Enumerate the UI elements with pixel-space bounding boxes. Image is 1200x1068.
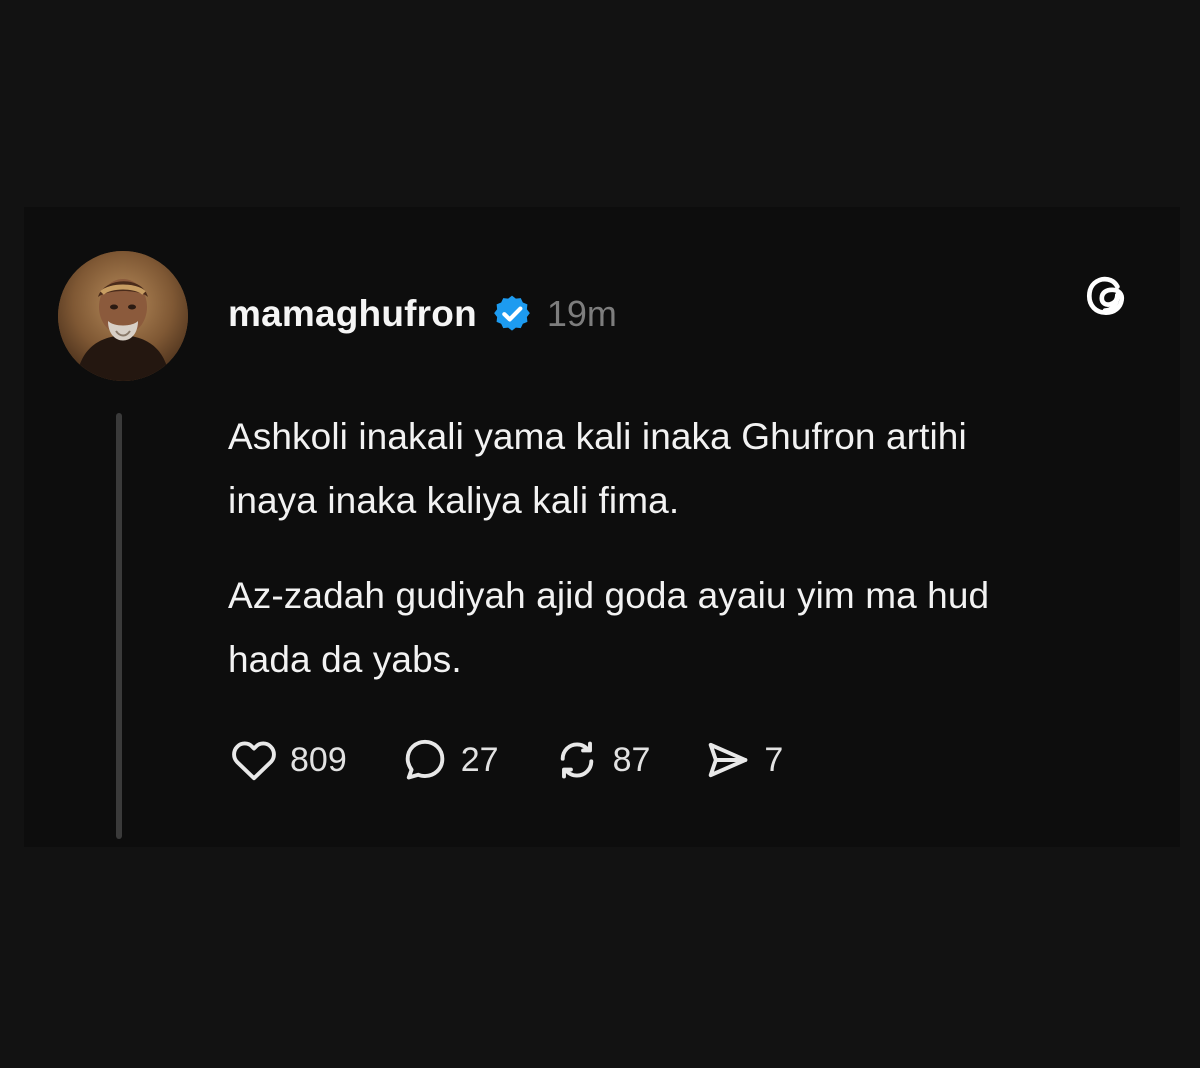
like-count: 809 xyxy=(290,740,347,779)
heart-icon xyxy=(232,741,276,781)
share-count: 7 xyxy=(764,740,784,779)
post-body: Ashkoli inakali yama kali inaka Ghufron … xyxy=(228,405,1048,723)
avatar[interactable] xyxy=(58,251,188,381)
repost-button[interactable]: 87 xyxy=(551,734,651,786)
comment-icon xyxy=(405,739,445,780)
share-button[interactable]: 7 xyxy=(702,734,783,786)
reply-count: 27 xyxy=(460,740,499,779)
reply-button[interactable]: 27 xyxy=(399,734,499,786)
repost-icon xyxy=(560,741,593,779)
threads-logo-icon[interactable] xyxy=(1082,270,1132,320)
post-paragraph-2: Az-zadah gudiyah ajid goda ayaiu yim ma … xyxy=(228,575,990,680)
post-header: mamaghufron 19m xyxy=(228,288,617,340)
thread-line xyxy=(116,413,122,839)
like-button[interactable]: 809 xyxy=(228,734,347,786)
send-icon xyxy=(709,742,748,778)
repost-count: 87 xyxy=(612,740,651,779)
verified-badge-icon xyxy=(494,295,530,331)
post-actions: 809 27 87 7 xyxy=(228,728,835,792)
username[interactable]: mamaghufron xyxy=(228,293,477,335)
timestamp: 19m xyxy=(546,293,617,334)
post-paragraph-1: Ashkoli inakali yama kali inaka Ghufron … xyxy=(228,416,967,521)
